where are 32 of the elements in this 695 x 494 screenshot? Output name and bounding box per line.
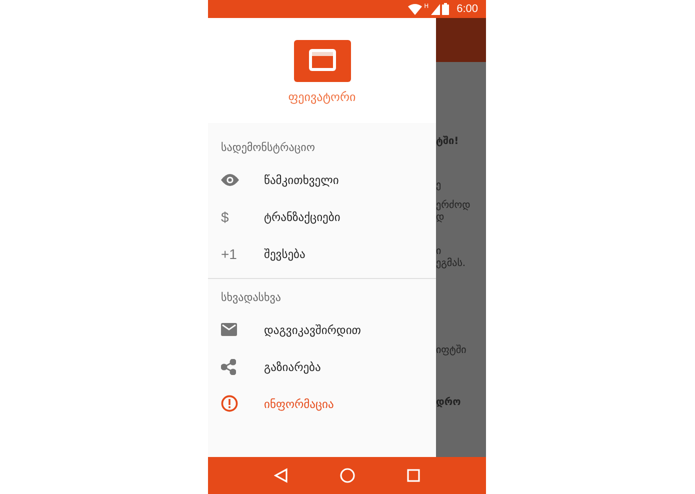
partial-text: ეგმას. [436,258,467,270]
section-header: სადემონსტრაციო [220,140,316,156]
partial-text: ტში! [436,136,460,148]
eye-icon [221,174,239,186]
back-icon[interactable] [274,468,288,483]
card-logo-icon [294,40,350,82]
alert-icon [221,395,238,412]
partial-text: დრო [436,397,462,409]
drawer-item[interactable]: წამკითხველი [208,161,436,198]
home-icon[interactable] [340,468,355,483]
partial-text: ი [436,246,442,258]
recents-icon[interactable] [407,469,420,482]
partial-text: ე [436,180,442,192]
drawer-item[interactable]: +1 შევსება [208,235,436,272]
wifi-icon [408,4,422,14]
partial-text: ერძოდ [436,200,472,212]
item-icon-glyph: +1 [221,246,237,262]
drawer-item[interactable]: $ ტრანზაქციები [208,198,436,235]
drawer-item[interactable]: ინფორმაცია [208,385,436,422]
battery-icon [442,3,449,15]
item-icon-glyph: $ [221,208,229,224]
signal-icon [430,4,440,14]
share-icon [221,358,236,374]
app-name: ფეივატორი [288,90,356,104]
partial-text: დ [436,212,446,224]
mail-icon [221,323,237,336]
drawer-item[interactable]: გაზიარება [208,348,436,385]
section-header: სხვადასხვა [220,290,282,306]
drawer-item[interactable]: დაგვიკავშირდით [208,311,436,348]
app-bar [436,18,486,62]
partial-text: იფტში [436,345,468,357]
clock: 6:00 [456,3,478,15]
